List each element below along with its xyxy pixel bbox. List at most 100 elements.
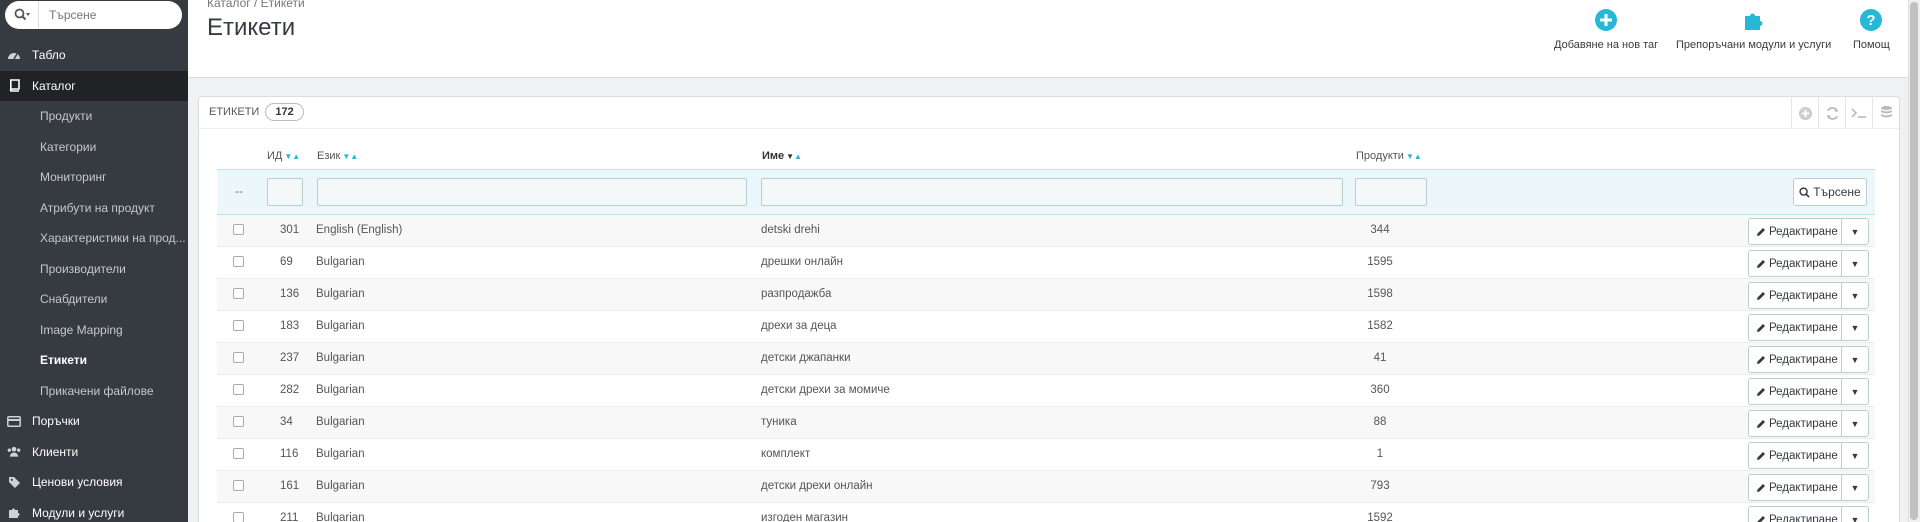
filter-products-input[interactable] <box>1355 178 1427 206</box>
cell-id: 183 <box>280 320 300 332</box>
sidebar-sub-image-mapping[interactable]: Image Mapping <box>0 314 188 345</box>
database-icon <box>1880 106 1892 118</box>
table-row[interactable]: 237 Bulgarian детски джапанки 41 Редакти… <box>217 343 1875 375</box>
table-row[interactable]: 183 Bulgarian дрехи за деца 1582 Редакти… <box>217 311 1875 343</box>
add-tag-button[interactable]: Добавяне на нов таг <box>1554 8 1658 51</box>
edit-button[interactable]: Редактиране <box>1749 475 1842 500</box>
sidebar-item-label: Каталог <box>32 78 76 93</box>
sidebar-item-catalog[interactable]: Каталог <box>0 70 188 101</box>
cell-products: 1598 <box>1367 288 1393 300</box>
table-row[interactable]: 116 Bulgarian комплект 1 Редактиране ▼ <box>217 439 1875 471</box>
row-checkbox[interactable] <box>233 512 244 522</box>
table-row[interactable]: 136 Bulgarian разпродажба 1598 Редактира… <box>217 279 1875 311</box>
row-checkbox[interactable] <box>233 320 244 331</box>
actions-dropdown-toggle[interactable]: ▼ <box>1842 443 1868 468</box>
breadcrumb[interactable]: Каталог / Етикети <box>207 0 305 10</box>
filter-name-input[interactable] <box>761 178 1343 206</box>
sort-arrows-icon[interactable]: ▼▲ <box>1406 152 1422 161</box>
actions-dropdown-toggle[interactable]: ▼ <box>1842 219 1868 244</box>
row-actions: Редактиране ▼ <box>1748 442 1869 469</box>
edit-button[interactable]: Редактиране <box>1749 347 1842 372</box>
sidebar-item-orders[interactable]: Поръчки <box>0 406 188 437</box>
filter-id-input[interactable] <box>267 178 303 206</box>
sidebar-sub-manufacturers[interactable]: Производители <box>0 253 188 284</box>
edit-button[interactable]: Редактиране <box>1749 443 1842 468</box>
pencil-icon <box>1757 451 1765 460</box>
sidebar-item-dashboard[interactable]: Табло <box>0 40 188 71</box>
filter-search-button[interactable]: Търсене <box>1793 178 1867 206</box>
edit-button[interactable]: Редактиране <box>1749 219 1842 244</box>
export-sql-tool[interactable] <box>1872 97 1899 129</box>
row-checkbox[interactable] <box>233 256 244 267</box>
filter-language-input[interactable] <box>317 178 747 206</box>
column-header-id[interactable]: ИД ▼▲ <box>267 150 300 162</box>
edit-button[interactable]: Редактиране <box>1749 379 1842 404</box>
sidebar-item-modules[interactable]: Модули и услуги <box>0 498 188 522</box>
actions-dropdown-toggle[interactable]: ▼ <box>1842 315 1868 340</box>
table-row[interactable]: 282 Bulgarian детски дрехи за момиче 360… <box>217 375 1875 407</box>
edit-button[interactable]: Редактиране <box>1749 251 1842 276</box>
sidebar-sub-features[interactable]: Характеристики на прод... <box>0 223 188 254</box>
sort-arrows-icon[interactable]: ▼▲ <box>786 152 802 161</box>
sort-arrows-icon[interactable]: ▼▲ <box>342 152 358 161</box>
table-row[interactable]: 301 English (English) detski drehi 344 Р… <box>217 215 1875 247</box>
sidebar-sub-tags[interactable]: Етикети <box>0 345 188 376</box>
search-input[interactable] <box>39 8 169 22</box>
sidebar-item-customers[interactable]: Клиенти <box>0 437 188 468</box>
actions-dropdown-toggle[interactable]: ▼ <box>1842 379 1868 404</box>
edit-button[interactable]: Редактиране <box>1749 507 1842 522</box>
row-checkbox[interactable] <box>233 288 244 299</box>
row-checkbox[interactable] <box>233 480 244 491</box>
row-checkbox[interactable] <box>233 224 244 235</box>
search-dropdown[interactable] <box>5 1 39 29</box>
actions-dropdown-toggle[interactable]: ▼ <box>1842 283 1868 308</box>
page-scrollbar-thumb[interactable] <box>1910 2 1918 520</box>
help-button[interactable]: ? Помощ <box>1853 8 1890 51</box>
sort-arrows-icon[interactable]: ▼▲ <box>284 152 300 161</box>
row-checkbox[interactable] <box>233 352 244 363</box>
sidebar-sub-attachments[interactable]: Прикачени файлове <box>0 375 188 406</box>
row-checkbox[interactable] <box>233 448 244 459</box>
cell-language: Bulgarian <box>316 384 365 396</box>
sql-query-tool[interactable] <box>1845 97 1872 129</box>
pencil-icon <box>1757 419 1765 428</box>
column-header-products[interactable]: Продукти ▼▲ <box>1356 150 1422 162</box>
search-icon <box>1799 186 1810 198</box>
edit-label: Редактиране <box>1769 321 1838 334</box>
table-row[interactable]: 34 Bulgarian туника 88 Редактиране ▼ <box>217 407 1875 439</box>
caret-down-icon: ▼ <box>1850 450 1860 461</box>
caret-down-icon: ▼ <box>1850 482 1860 493</box>
edit-label: Редактиране <box>1769 289 1838 302</box>
actions-dropdown-toggle[interactable]: ▼ <box>1842 347 1868 372</box>
bulk-filter-placeholder: -- <box>235 184 243 198</box>
sidebar-sub-suppliers[interactable]: Снабдители <box>0 284 188 315</box>
table-row[interactable]: 211 Bulgarian изгоден магазин 1592 Редак… <box>217 503 1875 522</box>
sidebar-sub-categories[interactable]: Категории <box>0 131 188 162</box>
column-header-name[interactable]: Име ▼▲ <box>762 150 802 162</box>
dashboard-icon <box>7 48 21 62</box>
row-checkbox[interactable] <box>233 384 244 395</box>
add-new-tool[interactable] <box>1791 97 1818 129</box>
edit-button[interactable]: Редактиране <box>1749 283 1842 308</box>
sidebar-sub-monitoring[interactable]: Мониторинг <box>0 162 188 193</box>
table-row[interactable]: 161 Bulgarian детски дрехи онлайн 793 Ре… <box>217 471 1875 503</box>
sidebar-sub-attributes[interactable]: Атрибути на продукт <box>0 192 188 223</box>
row-actions: Редактиране ▼ <box>1748 250 1869 277</box>
table-row[interactable]: 69 Bulgarian дрешки онлайн 1595 Редактир… <box>217 247 1875 279</box>
column-header-language[interactable]: Език ▼▲ <box>317 150 358 162</box>
actions-dropdown-toggle[interactable]: ▼ <box>1842 411 1868 436</box>
edit-button[interactable]: Редактиране <box>1749 411 1842 436</box>
refresh-tool[interactable] <box>1818 97 1845 129</box>
actions-dropdown-toggle[interactable]: ▼ <box>1842 507 1868 522</box>
actions-dropdown-toggle[interactable]: ▼ <box>1842 475 1868 500</box>
column-label-products: Продукти <box>1356 150 1404 162</box>
sidebar-sub-products[interactable]: Продукти <box>0 101 188 132</box>
cell-products: 88 <box>1373 416 1387 428</box>
edit-button[interactable]: Редактиране <box>1749 315 1842 340</box>
sidebar-item-price-rules[interactable]: Ценови условия <box>0 467 188 498</box>
svg-text:?: ? <box>1867 12 1876 29</box>
row-checkbox[interactable] <box>233 416 244 427</box>
recommended-modules-button[interactable]: Препоръчани модули и услуги <box>1676 8 1831 51</box>
actions-dropdown-toggle[interactable]: ▼ <box>1842 251 1868 276</box>
cell-products: 1 <box>1376 448 1384 460</box>
